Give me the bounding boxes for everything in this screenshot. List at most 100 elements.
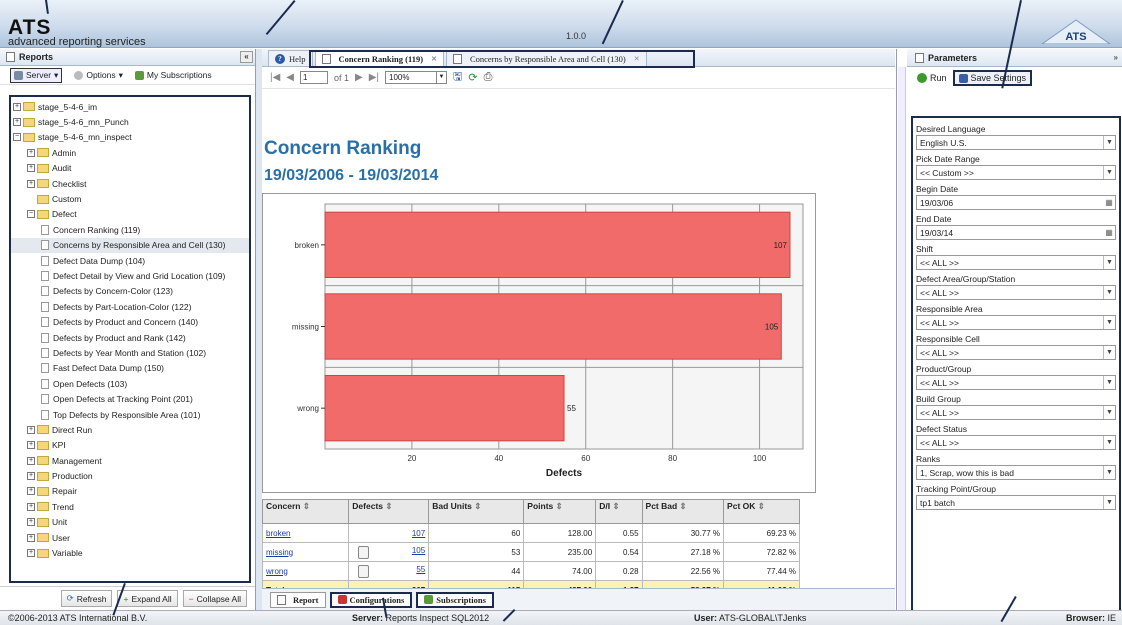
expand-icon[interactable]: + — [27, 441, 35, 450]
chevron-down-icon[interactable]: ▼ — [1103, 316, 1115, 329]
parameter-select[interactable]: << ALL >> ▼ — [916, 405, 1116, 420]
sort-icon[interactable]: ⇕ — [677, 501, 687, 511]
tree-folder[interactable]: Custom — [11, 191, 249, 206]
tree-folder[interactable]: − stage_5-4-6_mn_inspect — [11, 130, 249, 145]
column-header[interactable]: D/I ⇕ — [595, 499, 643, 524]
expand-icon[interactable]: + — [27, 164, 35, 173]
date-input[interactable]: 19/03/14 ▦ — [916, 225, 1116, 240]
tab-concern-ranking[interactable]: Concern Ranking (119) ✕ — [314, 50, 444, 66]
defects-link[interactable]: 107 — [412, 529, 425, 538]
prev-page-icon[interactable]: ◀ — [286, 72, 294, 83]
tree-report[interactable]: Defects by Concern-Color (123) — [11, 284, 249, 299]
tree-report[interactable]: Defect Detail by View and Grid Location … — [11, 268, 249, 283]
expand-icon[interactable]: + — [13, 102, 21, 111]
tree-folder[interactable]: + Admin — [11, 145, 249, 160]
close-icon[interactable]: ✕ — [634, 55, 640, 63]
sort-icon[interactable]: ⇕ — [300, 501, 310, 511]
tree-report[interactable]: Open Defects (103) — [11, 376, 249, 391]
chevron-down-icon[interactable]: ▼ — [1103, 346, 1115, 359]
chevron-down-icon[interactable]: ▼ — [1103, 496, 1115, 509]
tree-report[interactable]: Open Defects at Tracking Point (201) — [11, 391, 249, 406]
tree-report[interactable]: Defects by Year Month and Station (102) — [11, 345, 249, 360]
tab-concerns-by-area[interactable]: Concerns by Responsible Area and Cell (1… — [445, 50, 647, 66]
parameter-select[interactable]: << Custom >> ▼ — [916, 165, 1116, 180]
tab-subscriptions[interactable]: Subscriptions — [416, 591, 494, 608]
export-icon[interactable]: 🖫 — [453, 68, 462, 87]
tree-report[interactable]: Fast Defect Data Dump (150) — [11, 361, 249, 376]
tree-report[interactable]: Defects by Part-Location-Color (122) — [11, 299, 249, 314]
tree-report[interactable]: Defect Data Dump (104) — [11, 253, 249, 268]
tree-folder[interactable]: + Audit — [11, 161, 249, 176]
parameter-select[interactable]: << ALL >> ▼ — [916, 315, 1116, 330]
tree-report[interactable]: Defects by Product and Concern (140) — [11, 314, 249, 329]
page-number-input[interactable] — [300, 71, 328, 84]
chevron-down-icon[interactable]: ▼ — [1103, 406, 1115, 419]
tree-folder[interactable]: + Unit — [11, 515, 249, 530]
sort-icon[interactable]: ⇕ — [383, 501, 392, 511]
parameter-select[interactable]: << ALL >> ▼ — [916, 345, 1116, 360]
expand-icon[interactable]: + — [27, 456, 35, 465]
chevron-down-icon[interactable]: ▼ — [1103, 466, 1115, 479]
tree-folder[interactable]: + Trend — [11, 499, 249, 514]
calendar-icon[interactable]: ▦ — [1103, 226, 1115, 239]
tree-report[interactable]: Top Defects by Responsible Area (101) — [11, 407, 249, 422]
tab-report[interactable]: Report — [270, 591, 326, 608]
collapse-panel-button[interactable]: « — [240, 51, 253, 63]
parameter-select[interactable]: tp1 batch ▼ — [916, 495, 1116, 510]
column-header[interactable]: Pct OK ⇕ — [723, 499, 800, 524]
tab-configurations[interactable]: Configurations — [329, 591, 413, 608]
tree-folder[interactable]: + Direct Run — [11, 422, 249, 437]
tree-folder[interactable]: + stage_5-4-6_mn_Punch — [11, 114, 249, 129]
expand-panel-icon[interactable]: » — [1114, 53, 1118, 62]
column-header[interactable]: Pct Bad ⇕ — [641, 499, 725, 524]
chevron-down-icon[interactable]: ▼ — [1103, 136, 1115, 149]
expand-icon[interactable]: + — [27, 472, 35, 481]
tree-folder[interactable]: + Checklist — [11, 176, 249, 191]
zoom-select[interactable]: 100% ▼ — [385, 71, 448, 84]
sort-icon[interactable]: ⇕ — [472, 501, 481, 511]
tree-folder[interactable]: + Repair — [11, 484, 249, 499]
column-header[interactable]: Points ⇕ — [523, 499, 597, 524]
column-header[interactable]: Concern ⇕ — [261, 499, 350, 524]
defects-link[interactable]: 105 — [412, 546, 425, 555]
concern-link[interactable]: missing — [266, 548, 293, 557]
server-menu-button[interactable]: Server ▾ — [10, 67, 63, 83]
tab-help[interactable]: ? Help — [268, 50, 313, 66]
tree-report[interactable]: Concern Ranking (119) — [11, 222, 249, 237]
parameter-select[interactable]: << ALL >> ▼ — [916, 255, 1116, 270]
parameter-select[interactable]: English U.S. ▼ — [916, 135, 1116, 150]
my-subscriptions-button[interactable]: My Subscriptions — [134, 70, 212, 80]
defects-link[interactable]: 55 — [416, 565, 425, 574]
tree-report[interactable]: Concerns by Responsible Area and Cell (1… — [11, 237, 249, 253]
chevron-down-icon[interactable]: ▼ — [1103, 166, 1115, 179]
note-icon[interactable] — [358, 545, 370, 559]
collapse-icon[interactable]: − — [13, 133, 21, 142]
last-page-icon[interactable]: ▶| — [369, 72, 379, 83]
chevron-down-icon[interactable]: ▼ — [1103, 286, 1115, 299]
date-input[interactable]: 19/03/06 ▦ — [916, 195, 1116, 210]
chevron-down-icon[interactable]: ▼ — [1103, 436, 1115, 449]
expand-all-button[interactable]: + Expand All — [117, 590, 178, 607]
print-icon[interactable]: ⎙ — [484, 71, 493, 84]
save-settings-button[interactable]: Save Settings — [952, 70, 1033, 86]
calendar-icon[interactable]: ▦ — [1103, 196, 1115, 209]
tree-folder[interactable]: + Production — [11, 468, 249, 483]
tree-folder[interactable]: + User — [11, 530, 249, 545]
sort-icon[interactable]: ⇕ — [610, 501, 619, 511]
concern-link[interactable]: wrong — [266, 567, 288, 576]
expand-icon[interactable]: + — [27, 518, 35, 527]
tree-folder[interactable]: + Variable — [11, 545, 249, 560]
expand-icon[interactable]: + — [27, 502, 35, 511]
tree-folder[interactable]: + KPI — [11, 438, 249, 453]
parameter-select[interactable]: << ALL >> ▼ — [916, 435, 1116, 450]
column-header[interactable]: Bad Units ⇕ — [428, 499, 525, 524]
expand-icon[interactable]: + — [27, 179, 35, 188]
expand-icon[interactable]: + — [27, 549, 35, 558]
expand-icon[interactable]: + — [27, 487, 35, 496]
close-icon[interactable]: ✕ — [431, 55, 437, 63]
chevron-down-icon[interactable]: ▼ — [1103, 256, 1115, 269]
expand-icon[interactable]: + — [13, 118, 21, 127]
tree-folder[interactable]: + stage_5-4-6_im — [11, 99, 249, 114]
tree-folder[interactable]: − Defect — [11, 207, 249, 222]
tree-folder[interactable]: + Management — [11, 453, 249, 468]
